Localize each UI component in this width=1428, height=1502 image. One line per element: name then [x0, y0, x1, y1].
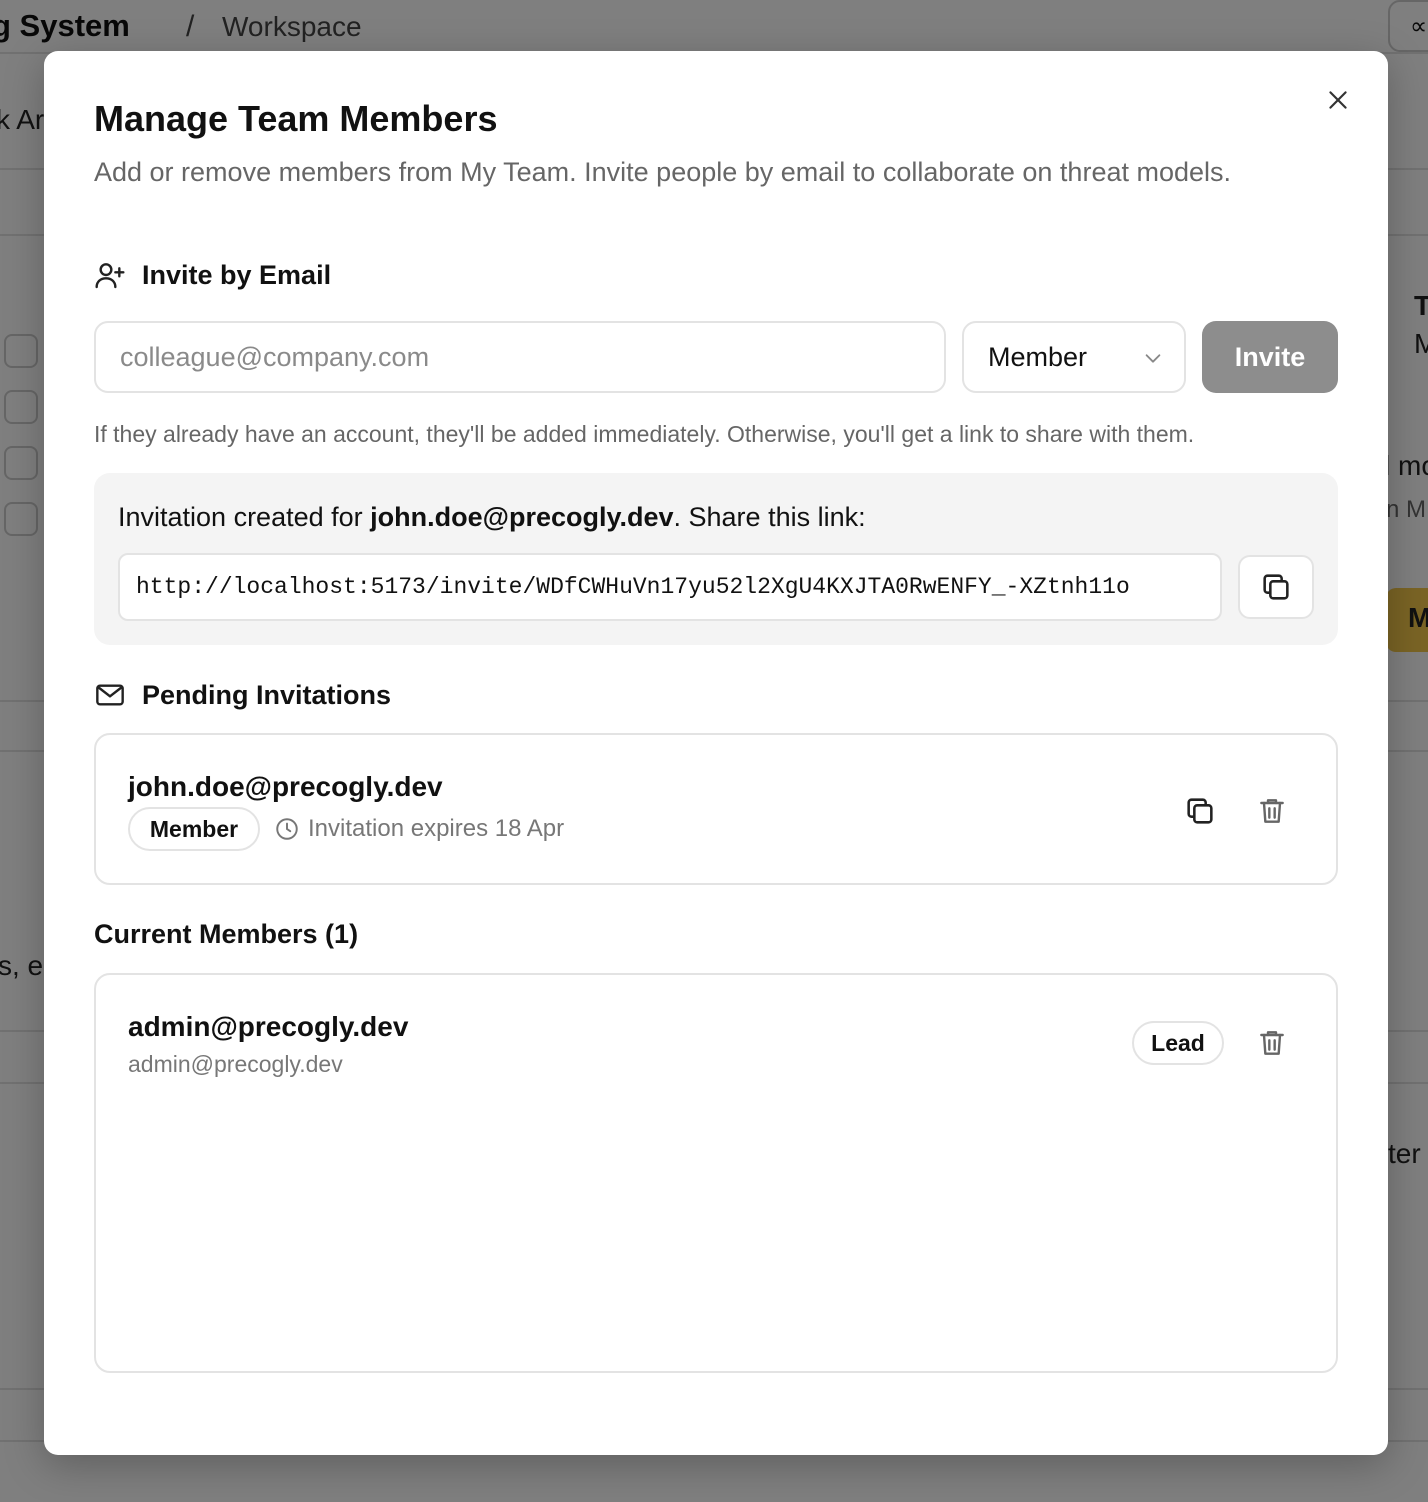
members-section-title: Current Members (1): [94, 919, 359, 949]
close-icon: [1329, 91, 1347, 109]
pending-section-heading: Pending Invitations: [94, 679, 391, 711]
invitation-expiry: Invitation expires 18 Apr: [274, 815, 564, 843]
copy-invite-link-button[interactable]: [1178, 789, 1222, 833]
members-list: admin@precogly.dev admin@precogly.dev Le…: [94, 973, 1338, 1373]
dialog-description: Add or remove members from My Team. Invi…: [94, 157, 1232, 187]
member-email: admin@precogly.dev: [128, 1051, 343, 1077]
invitation-email: john.doe@precogly.dev: [370, 502, 674, 532]
invitation-message-suffix: . Share this link:: [673, 502, 866, 532]
invite-section-heading: Invite by Email: [94, 259, 331, 291]
chevron-down-icon: [1145, 354, 1161, 363]
pending-invitation-row: john.doe@precogly.dev Member Invitation …: [94, 733, 1338, 885]
pending-section-title: Pending Invitations: [142, 679, 392, 710]
copy-link-button[interactable]: [1238, 555, 1314, 619]
user-plus-icon: [95, 263, 125, 289]
role-select[interactable]: Member: [962, 321, 1186, 393]
invite-link-field[interactable]: http://localhost:5173/invite/WDfCWHuVn17…: [118, 553, 1222, 621]
role-select-value: Member: [988, 341, 1088, 372]
member-role-badge: Lead: [1132, 1021, 1224, 1065]
role-badge: Member: [128, 807, 260, 851]
trash-icon: [1260, 1031, 1284, 1055]
invitation-message-prefix: Invitation created for: [118, 502, 371, 532]
copy-icon: [1187, 798, 1213, 824]
clock-icon: [276, 818, 298, 840]
close-button[interactable]: [1324, 85, 1352, 115]
invite-section-title: Invite by Email: [142, 259, 332, 290]
invitation-created-message: Invitation created for john.doe@precogly…: [118, 502, 866, 533]
remove-member-button[interactable]: [1250, 1021, 1294, 1065]
invite-button[interactable]: Invite: [1202, 321, 1338, 393]
invite-help-text: If they already have an account, they'll…: [94, 421, 1195, 447]
email-input[interactable]: [94, 321, 946, 393]
dialog-title: Manage Team Members: [94, 98, 498, 139]
invitation-created-panel: Invitation created for john.doe@precogly…: [94, 473, 1338, 645]
pending-invitation-email: john.doe@precogly.dev: [128, 771, 443, 802]
member-name: admin@precogly.dev: [128, 1011, 409, 1042]
mail-icon: [96, 684, 124, 706]
copy-icon: [1263, 574, 1289, 600]
trash-icon: [1260, 799, 1284, 823]
revoke-invitation-button[interactable]: [1250, 789, 1294, 833]
invitation-expiry-text: Invitation expires 18 Apr: [308, 815, 565, 842]
manage-team-dialog: Manage Team Members Add or remove member…: [44, 51, 1388, 1455]
